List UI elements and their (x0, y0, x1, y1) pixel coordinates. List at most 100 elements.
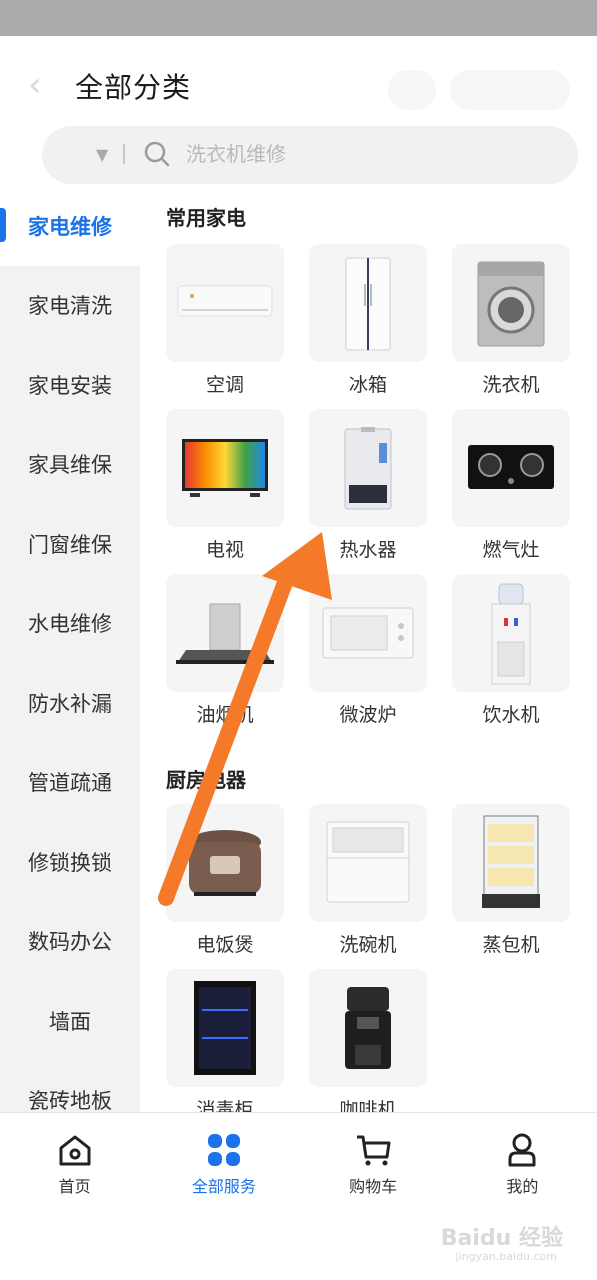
sidebar-item-locksmith[interactable]: 修锁换锁 (0, 822, 140, 902)
product-rice-cooker[interactable]: 电饭煲 (166, 804, 284, 957)
product-tile (309, 969, 427, 1087)
tab-cart[interactable]: 购物车 (299, 1113, 448, 1202)
product-label: 油烟机 (196, 704, 254, 726)
dishwasher-icon (326, 821, 410, 903)
bottom-tab-bar: 首页 全部服务 购物车 我的 (0, 1112, 597, 1202)
product-bun-steamer[interactable]: 蒸包机 (452, 804, 570, 957)
washing-machine-icon (477, 261, 545, 347)
sidebar-item-plumbing-electric[interactable]: 水电维修 (0, 584, 140, 664)
sidebar-item-label: 管道疏通 (28, 771, 112, 796)
refrigerator-icon (345, 257, 391, 351)
product-water-dispenser[interactable]: 饮水机 (452, 574, 570, 727)
sidebar-item-label: 家电安装 (28, 373, 112, 398)
product-tile (309, 244, 427, 362)
sidebar-item-digital-office[interactable]: 数码办公 (0, 902, 140, 982)
product-tile (452, 409, 570, 527)
product-label: 空调 (205, 374, 244, 396)
product-tile (452, 804, 570, 922)
sidebar-item-label: 瓷砖地板 (28, 1089, 112, 1112)
sidebar-item-door-window[interactable]: 门窗维保 (0, 504, 140, 584)
tab-label: 全部服务 (191, 1177, 256, 1196)
product-tile (166, 804, 284, 922)
header-action-button[interactable] (388, 70, 436, 110)
sidebar-item-waterproofing[interactable]: 防水补漏 (0, 663, 140, 743)
tab-label: 首页 (58, 1177, 91, 1196)
product-label: 电视 (205, 539, 244, 561)
search-input[interactable] (186, 138, 546, 170)
product-disinfection-cabinet[interactable]: 消毒柜 (166, 969, 284, 1112)
header-action-pill[interactable] (450, 70, 570, 110)
product-refrigerator[interactable]: 冰箱 (309, 244, 427, 397)
product-tile (166, 244, 284, 362)
product-range-hood[interactable]: 油烟机 (166, 574, 284, 727)
cart-icon (357, 1135, 391, 1166)
sidebar-item-pipe-dredging[interactable]: 管道疏通 (0, 743, 140, 823)
sidebar-item-tiles-floors[interactable]: 瓷砖地板 (0, 1061, 140, 1112)
air-conditioner-icon (177, 285, 273, 317)
sidebar-item-label: 数码办公 (28, 930, 112, 955)
product-dishwasher[interactable]: 洗碗机 (309, 804, 427, 957)
water-heater-icon (344, 427, 392, 510)
back-chevron-icon[interactable]: ‹ (28, 68, 52, 102)
product-tile (309, 804, 427, 922)
product-tile (309, 409, 427, 527)
product-tile (166, 574, 284, 692)
category-sidebar: 家电维修 家电清洗 家电安装 家具维保 门窗维保 水电维修 防水补漏 管道疏通 … (0, 186, 140, 1112)
sidebar-item-label: 家具维保 (28, 453, 112, 478)
sidebar-item-label: 防水补漏 (28, 691, 112, 716)
product-label: 消毒柜 (196, 1099, 254, 1112)
coffee-machine-icon (345, 987, 391, 1069)
product-washing-machine[interactable]: 洗衣机 (452, 244, 570, 397)
product-air-conditioner[interactable]: 空调 (166, 244, 284, 397)
gas-stove-icon (468, 445, 554, 489)
search-icon (144, 141, 170, 167)
product-tile (166, 409, 284, 527)
product-gas-stove[interactable]: 燃气灶 (452, 409, 570, 562)
product-label: 蒸包机 (482, 934, 540, 956)
product-label: 洗碗机 (339, 934, 397, 956)
product-label: 微波炉 (339, 704, 397, 726)
tab-home[interactable]: 首页 (0, 1113, 149, 1202)
sidebar-item-label: 家电维修 (28, 214, 112, 239)
dropdown-caret-icon[interactable]: ▼ (96, 145, 108, 164)
watermark: Baidu 经验 (440, 1226, 563, 1251)
product-microwave[interactable]: 微波炉 (309, 574, 427, 727)
sidebar-item-appliance-installation[interactable]: 家电安装 (0, 345, 140, 425)
product-coffee-machine[interactable]: 咖啡机 (309, 969, 427, 1112)
sidebar-item-label: 修锁换锁 (28, 850, 112, 875)
home-icon (59, 1135, 91, 1166)
tab-all-services[interactable]: 全部服务 (149, 1113, 298, 1202)
sidebar-item-walls[interactable]: 墙面 (0, 981, 140, 1061)
product-label: 洗衣机 (482, 374, 540, 396)
sidebar-item-label: 水电维修 (28, 612, 112, 637)
tab-profile[interactable]: 我的 (448, 1113, 597, 1202)
watermark-url: jingyan.baidu.com (455, 1250, 557, 1263)
product-tile (166, 969, 284, 1087)
product-tile (452, 574, 570, 692)
microwave-icon (322, 607, 414, 659)
section-title-common-appliances: 常用家电 (166, 206, 246, 230)
product-label: 电饭煲 (196, 934, 254, 956)
sidebar-item-furniture-maintenance[interactable]: 家具维保 (0, 425, 140, 505)
rice-cooker-icon (189, 830, 261, 896)
water-dispenser-icon (491, 583, 531, 685)
page-title: 全部分类 (75, 71, 192, 104)
profile-icon (508, 1133, 536, 1167)
product-tile (309, 574, 427, 692)
sidebar-item-label: 墙面 (49, 1009, 91, 1034)
product-television[interactable]: 电视 (166, 409, 284, 562)
product-water-heater[interactable]: 热水器 (309, 409, 427, 562)
disinfection-cabinet-icon (194, 981, 256, 1075)
range-hood-icon (176, 603, 274, 664)
sidebar-item-appliance-cleaning[interactable]: 家电清洗 (0, 266, 140, 346)
grid-icon (207, 1134, 240, 1166)
sidebar-item-label: 家电清洗 (28, 294, 112, 319)
product-label: 饮水机 (482, 704, 540, 726)
sidebar-item-appliance-repair[interactable]: 家电维修 (0, 186, 140, 266)
television-icon (182, 439, 268, 497)
product-label: 咖啡机 (339, 1099, 397, 1112)
sidebar-item-label: 门窗维保 (28, 532, 112, 557)
tab-label: 购物车 (349, 1177, 398, 1196)
product-content: 常用家电 空调 冰箱 洗衣机 电视 热水器 燃气灶 油烟机 微波炉 饮水机 厨房… (140, 186, 597, 1112)
product-label: 冰箱 (348, 374, 387, 396)
